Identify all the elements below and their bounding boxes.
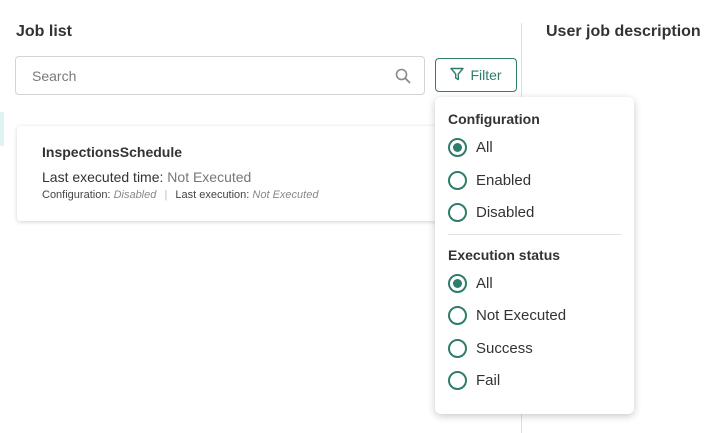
radio-execution-all[interactable]: All (448, 272, 493, 294)
radio-label: Success (476, 339, 533, 357)
last-executed-value: Not Executed (167, 169, 252, 185)
radio-configuration-all[interactable]: All (448, 136, 493, 158)
search-icon[interactable] (395, 68, 411, 84)
radio-label: Not Executed (476, 306, 567, 324)
radio-checked[interactable] (448, 273, 467, 293)
meta-separator: | (164, 189, 168, 201)
search-input[interactable] (16, 57, 376, 94)
last-execution-label: Last execution: (175, 189, 250, 201)
radio-configuration-disabled[interactable]: Disabled (448, 201, 534, 223)
radio-label: All (476, 274, 493, 292)
radio-unchecked[interactable] (448, 202, 467, 222)
radio-label: Enabled (476, 171, 532, 189)
radio-unchecked[interactable] (448, 370, 467, 390)
job-meta: Configuration: Disabled | Last execution… (42, 189, 318, 201)
user-job-description-title: User job description (546, 23, 701, 40)
radio-unchecked[interactable] (448, 305, 467, 325)
radio-unchecked[interactable] (448, 338, 467, 358)
execution-status-section-title: Execution status (448, 247, 561, 263)
configuration-section-title: Configuration (448, 111, 540, 127)
search-box (15, 56, 425, 95)
job-name: InspectionsSchedule (42, 144, 183, 160)
radio-label: Disabled (476, 203, 535, 221)
filter-button[interactable]: Filter (435, 58, 517, 92)
job-list-title: Job list (16, 23, 73, 40)
last-executed-time: Last executed time: Not Executed (42, 169, 251, 185)
filter-button-label: Filter (470, 67, 502, 83)
configuration-label: Configuration: (42, 189, 111, 201)
radio-execution-fail[interactable]: Fail (448, 369, 500, 391)
radio-execution-success[interactable]: Success (448, 337, 533, 359)
last-execution-value: Not Executed (252, 189, 319, 201)
radio-checked[interactable] (448, 137, 467, 157)
last-executed-label: Last executed time: (42, 169, 164, 185)
radio-execution-not-executed[interactable]: Not Executed (448, 304, 566, 326)
filter-icon (450, 67, 465, 84)
job-card[interactable]: InspectionsSchedule Last executed time: … (17, 126, 447, 221)
radio-label: Fail (476, 371, 501, 389)
configuration-value: Disabled (113, 189, 157, 201)
filter-popover: Configuration All Enabled Disabled Execu… (435, 97, 634, 414)
selection-accent (0, 112, 4, 146)
radio-unchecked[interactable] (448, 170, 467, 190)
radio-label: All (476, 138, 493, 156)
radio-configuration-enabled[interactable]: Enabled (448, 169, 531, 191)
popover-divider (448, 234, 621, 235)
